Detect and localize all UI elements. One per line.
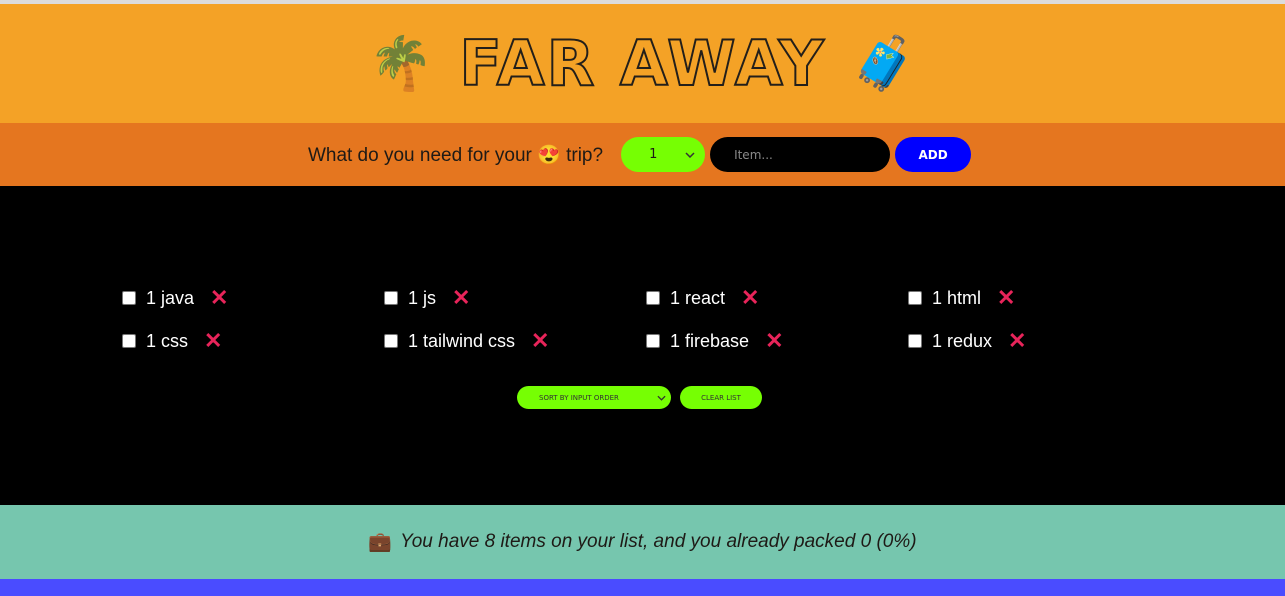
- item-label: 1 redux: [932, 330, 993, 351]
- item-label: 1 java: [146, 287, 195, 308]
- delete-icon[interactable]: ✕: [452, 287, 470, 309]
- packed-checkbox[interactable]: [646, 291, 660, 305]
- item-label: 1 firebase: [670, 330, 750, 351]
- app-header: 🌴 FAR AWAY 🧳: [0, 4, 1285, 123]
- briefcase-icon: 💼: [368, 532, 393, 553]
- sort-select-value: SORT BY INPUT ORDER: [539, 393, 619, 402]
- packed-checkbox[interactable]: [908, 291, 922, 305]
- delete-icon[interactable]: ✕: [204, 330, 222, 352]
- list-item: 1 html ✕: [906, 286, 1168, 310]
- clear-list-button[interactable]: CLEAR LIST: [680, 386, 762, 409]
- item-label: 1 react: [670, 287, 726, 308]
- form-question-prefix: What do you need for your: [307, 144, 532, 166]
- list-item: 1 tailwind css ✕: [382, 329, 644, 353]
- chevron-down-icon: [685, 151, 695, 158]
- packed-checkbox[interactable]: [646, 334, 660, 348]
- packed-checkbox[interactable]: [122, 291, 136, 305]
- packed-checkbox[interactable]: [384, 334, 398, 348]
- delete-icon[interactable]: ✕: [997, 287, 1015, 309]
- bottom-bar: [0, 579, 1285, 596]
- list-item: 1 react ✕: [644, 286, 906, 310]
- quantity-select[interactable]: 1: [621, 137, 706, 172]
- packed-checkbox[interactable]: [908, 334, 922, 348]
- heart-eyes-icon: 😍: [537, 144, 561, 166]
- delete-icon[interactable]: ✕: [741, 287, 759, 309]
- list-item: 1 redux ✕: [906, 329, 1168, 353]
- item-label: 1 css: [146, 330, 189, 351]
- list-item: 1 firebase ✕: [644, 329, 906, 353]
- item-input[interactable]: Item...: [710, 137, 891, 172]
- items-grid: 1 java ✕ 1 js ✕ 1 react ✕ 1 html ✕ 1 css…: [120, 286, 1170, 353]
- item-label: 1 tailwind css: [408, 330, 516, 351]
- stats-text: You have 8 items on your list, and you a…: [400, 531, 917, 552]
- chevron-down-icon: [657, 395, 666, 401]
- packed-checkbox[interactable]: [384, 291, 398, 305]
- quantity-value: 1: [649, 147, 658, 162]
- stats-footer: 💼 You have 8 items on your list, and you…: [0, 505, 1285, 579]
- delete-icon[interactable]: ✕: [765, 330, 783, 352]
- list-actions: SORT BY INPUT ORDER CLEAR LIST: [517, 386, 762, 409]
- list-item: 1 js ✕: [382, 286, 644, 310]
- list-item: 1 java ✕: [120, 286, 382, 310]
- packing-list: 1 java ✕ 1 js ✕ 1 react ✕ 1 html ✕ 1 css…: [0, 186, 1285, 505]
- item-label: 1 js: [408, 287, 437, 308]
- form-question-suffix: trip?: [566, 144, 604, 166]
- delete-icon[interactable]: ✕: [210, 287, 228, 309]
- palm-tree-icon: 🌴: [368, 33, 434, 94]
- add-item-form: What do you need for your 😍 trip? 1 Item…: [0, 123, 1285, 186]
- list-item: 1 css ✕: [120, 329, 382, 353]
- item-input-placeholder: Item...: [734, 147, 773, 162]
- delete-icon[interactable]: ✕: [1008, 330, 1026, 352]
- form-question: What do you need for your 😍 trip?: [308, 143, 603, 167]
- delete-icon[interactable]: ✕: [531, 330, 549, 352]
- sort-select[interactable]: SORT BY INPUT ORDER: [517, 386, 671, 409]
- app-title: FAR AWAY: [458, 26, 826, 100]
- add-button[interactable]: ADD: [895, 137, 972, 172]
- item-label: 1 html: [932, 287, 982, 308]
- packed-checkbox[interactable]: [122, 334, 136, 348]
- suitcase-icon: 🧳: [851, 33, 917, 94]
